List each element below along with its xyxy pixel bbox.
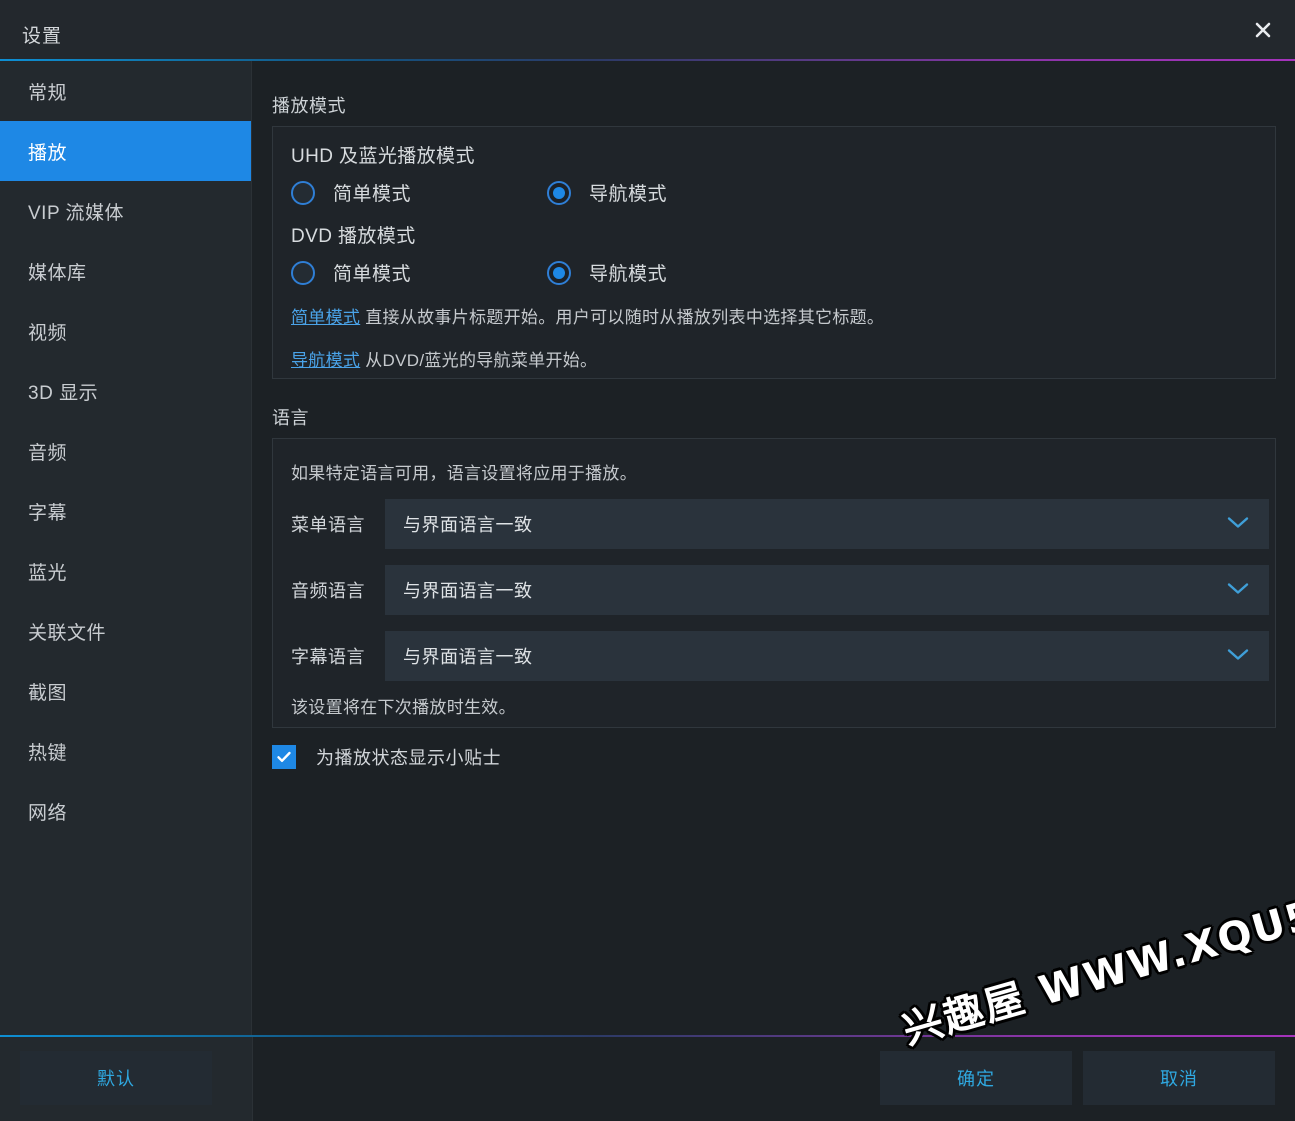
sidebar-item-media-library[interactable]: 媒体库 [0,241,251,301]
sidebar-item-label: 字幕 [28,502,68,524]
sidebar-item-general[interactable]: 常规 [0,61,251,121]
language-panel: 如果特定语言可用，语言设置将应用于播放。 菜单语言 与界面语言一致 音频语言 与… [272,438,1276,728]
sidebar-item-file-association[interactable]: 关联文件 [0,601,251,661]
navigation-mode-link[interactable]: 导航模式 [291,351,360,370]
radio-button-indicator[interactable] [547,180,571,205]
subtitle-language-row: 字幕语言 与界面语言一致 [291,631,1269,681]
sidebar-item-label: 3D 显示 [28,382,99,404]
radio-button-indicator[interactable] [547,260,571,285]
menu-language-select[interactable]: 与界面语言一致 [385,499,1269,549]
default-button[interactable]: 默认 [20,1051,212,1105]
sidebar-item-label: 媒体库 [28,262,87,284]
playback-mode-panel: UHD 及蓝光播放模式 简单模式 导航模式 DVD 播放模式 简单模式 导航模式… [272,126,1276,379]
radio-label: 导航模式 [589,184,668,205]
content-pane: 播放模式 UHD 及蓝光播放模式 简单模式 导航模式 DVD 播放模式 简单模式… [253,61,1295,1035]
language-footnote: 该设置将在下次播放时生效。 [291,698,516,717]
close-button[interactable] [1241,10,1285,50]
subtitle-language-label: 字幕语言 [291,647,365,667]
subtitle-language-value: 与界面语言一致 [403,647,533,667]
check-icon [277,751,291,762]
sidebar-item-audio[interactable]: 音频 [0,421,251,481]
sidebar-item-label: 常规 [28,82,68,104]
menu-language-value: 与界面语言一致 [403,515,533,535]
sidebar-item-vip-streaming[interactable]: VIP 流媒体 [0,181,251,241]
language-note: 如果特定语言可用，语言设置将应用于播放。 [291,464,637,483]
sidebar: 常规 播放 VIP 流媒体 媒体库 视频 3D 显示 音频 字幕 蓝光 关联文件 [0,61,252,1035]
sidebar-item-label: VIP 流媒体 [28,202,125,224]
show-playback-tips-label: 为播放状态显示小贴士 [316,748,501,768]
window-title: 设置 [22,26,63,47]
sidebar-item-label: 网络 [28,802,68,824]
navigation-mode-description: 导航模式 从DVD/蓝光的导航菜单开始。 [291,346,597,371]
sidebar-item-playback[interactable]: 播放 [0,121,251,181]
sidebar-item-label: 蓝光 [28,562,68,584]
sidebar-item-label: 截图 [28,682,68,704]
menu-language-label: 菜单语言 [291,515,365,535]
title-bar: 设置 [0,0,1295,59]
radio-button-indicator[interactable] [291,180,315,205]
chevron-down-icon [1227,580,1249,601]
menu-language-row: 菜单语言 与界面语言一致 [291,499,1269,549]
settings-window: 设置 常规 播放 VIP 流媒体 媒体库 视频 3D 显示 音频 字幕 蓝光 关… [0,0,1295,1121]
radio-uhd-simple-mode[interactable]: 简单模式 [291,179,411,206]
close-icon [1253,20,1273,40]
radio-dvd-navigation-mode[interactable]: 导航模式 [547,259,667,286]
radio-label: 导航模式 [589,264,668,285]
navigation-mode-description-text: 从DVD/蓝光的导航菜单开始。 [365,351,598,370]
sidebar-item-screenshot[interactable]: 截图 [0,661,251,721]
radio-uhd-navigation-mode[interactable]: 导航模式 [547,179,667,206]
playback-mode-section-title: 播放模式 [272,96,346,116]
sidebar-item-video[interactable]: 视频 [0,301,251,361]
sidebar-item-3d-display[interactable]: 3D 显示 [0,361,251,421]
sidebar-item-hotkeys[interactable]: 热键 [0,721,251,781]
dvd-mode-label: DVD 播放模式 [291,226,416,247]
chevron-down-icon [1227,514,1249,535]
sidebar-item-bluray[interactable]: 蓝光 [0,541,251,601]
audio-language-label: 音频语言 [291,581,365,601]
radio-dvd-simple-mode[interactable]: 简单模式 [291,259,411,286]
sidebar-item-label: 播放 [28,142,68,164]
sidebar-item-label: 视频 [28,322,68,344]
audio-language-select[interactable]: 与界面语言一致 [385,565,1269,615]
uhd-bluray-mode-label: UHD 及蓝光播放模式 [291,146,475,167]
ok-button[interactable]: 确定 [880,1051,1072,1105]
sidebar-item-network[interactable]: 网络 [0,781,251,841]
sidebar-item-label: 热键 [28,742,68,764]
sidebar-item-label: 音频 [28,442,68,464]
checkbox-indicator[interactable] [272,745,296,769]
audio-language-value: 与界面语言一致 [403,581,533,601]
sidebar-item-subtitle[interactable]: 字幕 [0,481,251,541]
radio-button-indicator[interactable] [291,260,315,285]
simple-mode-description-text: 直接从故事片标题开始。用户可以随时从播放列表中选择其它标题。 [365,308,885,327]
simple-mode-link[interactable]: 简单模式 [291,308,360,327]
show-playback-tips-checkbox[interactable]: 为播放状态显示小贴士 [272,744,501,770]
radio-label: 简单模式 [333,264,412,285]
audio-language-row: 音频语言 与界面语言一致 [291,565,1269,615]
language-section-title: 语言 [272,408,309,428]
footer-bar: 默认 确定 取消 [0,1037,1295,1121]
simple-mode-description: 简单模式 直接从故事片标题开始。用户可以随时从播放列表中选择其它标题。 [291,303,884,328]
radio-label: 简单模式 [333,184,412,205]
subtitle-language-select[interactable]: 与界面语言一致 [385,631,1269,681]
cancel-button[interactable]: 取消 [1083,1051,1275,1105]
sidebar-item-label: 关联文件 [28,622,107,644]
chevron-down-icon [1227,646,1249,667]
